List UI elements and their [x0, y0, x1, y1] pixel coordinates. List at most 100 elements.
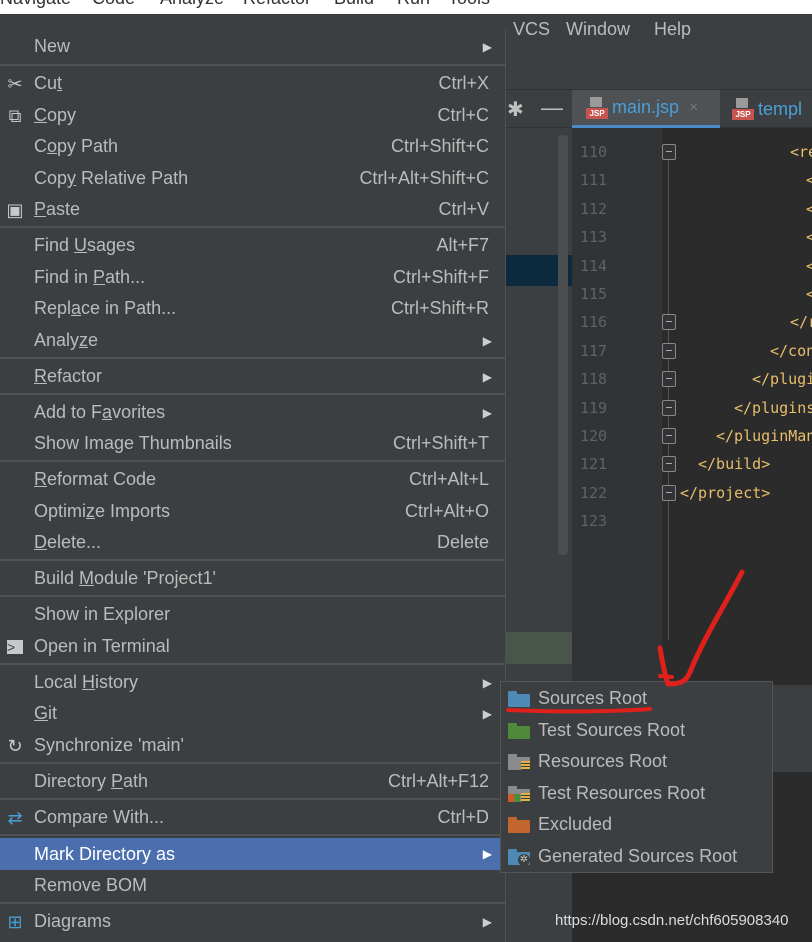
menu-item-cut[interactable]: ✂ Cut Ctrl+X [0, 68, 506, 99]
code-line[interactable]: < [806, 200, 812, 218]
tab-label: main.jsp [612, 97, 680, 117]
menu-item-refactor[interactable]: Refactor ▶ [0, 361, 506, 392]
menu-item-synchronize[interactable]: ↻ Synchronize 'main' [0, 730, 506, 761]
menu-item-new[interactable]: New ▶ [0, 31, 506, 62]
menu-item-local-history[interactable]: Local History ▶ [0, 667, 506, 698]
menu-item-open-in-terminal[interactable]: >_ Open in Terminal [0, 631, 506, 662]
menu-item-copy-path[interactable]: Copy Path Ctrl+Shift+C [0, 131, 506, 162]
menu-window[interactable]: Window [566, 19, 630, 40]
menu-item-label: Refactor [34, 366, 103, 386]
project-scrollbar[interactable] [558, 135, 568, 555]
menu-item-show-image-thumbnails[interactable]: Show Image Thumbnails Ctrl+Shift+T [0, 428, 506, 459]
code-line[interactable]: </project> [680, 484, 770, 502]
menu-vcs[interactable]: VCS [513, 19, 550, 40]
submenu-item-generated-sources-root[interactable]: ✲ Generated Sources Root [501, 841, 772, 872]
code-line[interactable]: </con [770, 342, 812, 360]
menu-item-label: Analyze [34, 330, 99, 350]
line-number: 118 [580, 370, 608, 389]
menu-item-copy-relative-path[interactable]: Copy Relative Path Ctrl+Alt+Shift+C [0, 163, 506, 194]
code-line[interactable]: </build> [698, 455, 770, 473]
submenu-item-resources-root[interactable]: Resources Root [501, 746, 772, 777]
menu-run[interactable]: Run [397, 0, 430, 9]
menu-item-label: Reformat Code [34, 469, 157, 489]
menu-item-label: Replace in Path... [34, 298, 177, 318]
submenu-item-label: Test Sources Root [538, 720, 686, 740]
menu-item-directory-path[interactable]: Directory Path Ctrl+Alt+F12 [0, 766, 506, 797]
submenu-item-sources-root[interactable]: Sources Root [501, 683, 772, 714]
submenu-item-label: Generated Sources Root [538, 846, 738, 866]
menu-navigate[interactable]: Navigate [0, 0, 71, 9]
tab-templ[interactable]: JSP templ [732, 90, 812, 128]
menu-item-add-to-favorites[interactable]: Add to Favorites ▶ [0, 397, 506, 428]
menu-item-mark-directory-as[interactable]: Mark Directory as ▶ [0, 838, 506, 870]
code-line[interactable]: </plugins [734, 399, 812, 417]
test-folder-icon [508, 722, 530, 739]
code-line[interactable]: <re [790, 143, 812, 161]
fold-icon[interactable] [662, 144, 676, 160]
menu-item-remove-bom[interactable]: Remove BOM [0, 870, 506, 901]
submenu-item-excluded[interactable]: Excluded [501, 809, 772, 840]
separator [0, 226, 506, 228]
menu-item-find-in-path[interactable]: Find in Path... Ctrl+Shift+F [0, 262, 506, 293]
diagram-icon: ⊞ [7, 911, 23, 932]
menu-item-optimize-imports[interactable]: Optimize Imports Ctrl+Alt+O [0, 496, 506, 527]
minimize-icon[interactable]: — [541, 95, 563, 121]
terminal-icon: >_ [7, 639, 23, 655]
menu-item-shortcut: Ctrl+Alt+L [408, 469, 489, 489]
menu-code[interactable]: Code [92, 0, 135, 9]
submenu-item-test-sources-root[interactable]: Test Sources Root [501, 715, 772, 746]
menu-item-replace-in-path[interactable]: Replace in Path... Ctrl+Shift+R [0, 293, 506, 324]
menu-build[interactable]: Build [334, 0, 374, 9]
code-line[interactable]: </plugi [752, 370, 812, 388]
excluded-folder-icon [508, 816, 530, 833]
code-line[interactable]: < [806, 285, 812, 303]
gear-icon[interactable]: ✱ [507, 97, 524, 122]
fold-icon[interactable] [662, 371, 676, 388]
separator [0, 357, 506, 359]
menu-item-delete[interactable]: Delete... Delete [0, 527, 506, 558]
menu-tools[interactable]: Tools [448, 0, 490, 9]
menu-item-show-in-explorer[interactable]: Show in Explorer [0, 599, 506, 630]
tab-main-jsp[interactable]: JSP main.jsp × [572, 90, 720, 128]
code-line[interactable]: < [806, 228, 812, 246]
code-line[interactable]: </r [790, 313, 812, 331]
menu-item-label: Copy Relative Path [34, 168, 189, 188]
code-line[interactable]: </pluginMan [716, 427, 812, 445]
menu-analyze[interactable]: Analyze [160, 0, 224, 9]
fold-icon[interactable] [662, 399, 676, 416]
fold-icon[interactable] [662, 456, 676, 473]
menu-item-label: Mark Directory as [34, 843, 176, 864]
editor-tab-bar: JSP main.jsp × JSP templ [572, 90, 812, 128]
fold-icon[interactable] [662, 314, 676, 331]
generated-folder-icon: ✲ [508, 848, 530, 866]
close-icon[interactable]: × [689, 99, 698, 117]
fold-icon[interactable] [662, 342, 676, 359]
menu-item-find-usages[interactable]: Find Usages Alt+F7 [0, 230, 506, 261]
watermark: https://blog.csdn.net/chf605908340 [555, 912, 789, 929]
menu-item-copy[interactable]: ⧉ Copy Ctrl+C [0, 100, 506, 131]
menu-item-git[interactable]: Git ▶ [0, 698, 506, 729]
code-line[interactable]: < [806, 171, 812, 189]
separator [0, 460, 506, 462]
chevron-right-icon: ▶ [482, 914, 492, 929]
menu-item-paste[interactable]: ▣ Paste Ctrl+V [0, 194, 506, 225]
fold-icon[interactable] [662, 484, 676, 501]
menu-item-compare-with[interactable]: ⇄ Compare With... Ctrl+D [0, 802, 506, 833]
submenu-item-test-resources-root[interactable]: Test Resources Root [501, 778, 772, 809]
separator [0, 798, 506, 800]
menu-item-label: Copy Path [34, 136, 119, 156]
submenu-item-label: Excluded [538, 814, 613, 834]
sync-icon: ↻ [7, 735, 23, 756]
menu-item-shortcut: Ctrl+V [438, 199, 489, 219]
chevron-right-icon: ▶ [482, 706, 492, 721]
menu-item-diagrams[interactable]: ⊞ Diagrams ▶ [0, 906, 506, 937]
menu-item-reformat-code[interactable]: Reformat Code Ctrl+Alt+L [0, 464, 506, 495]
menu-help[interactable]: Help [654, 19, 691, 40]
menu-item-label: Delete... [34, 532, 102, 552]
fold-icon[interactable] [662, 428, 676, 444]
code-line[interactable]: < [806, 257, 812, 275]
menu-refactor[interactable]: Refactor [243, 0, 311, 9]
submenu-item-label: Test Resources Root [538, 783, 706, 803]
menu-item-analyze[interactable]: Analyze ▶ [0, 325, 506, 356]
menu-item-build-module[interactable]: Build Module 'Project1' [0, 563, 506, 594]
